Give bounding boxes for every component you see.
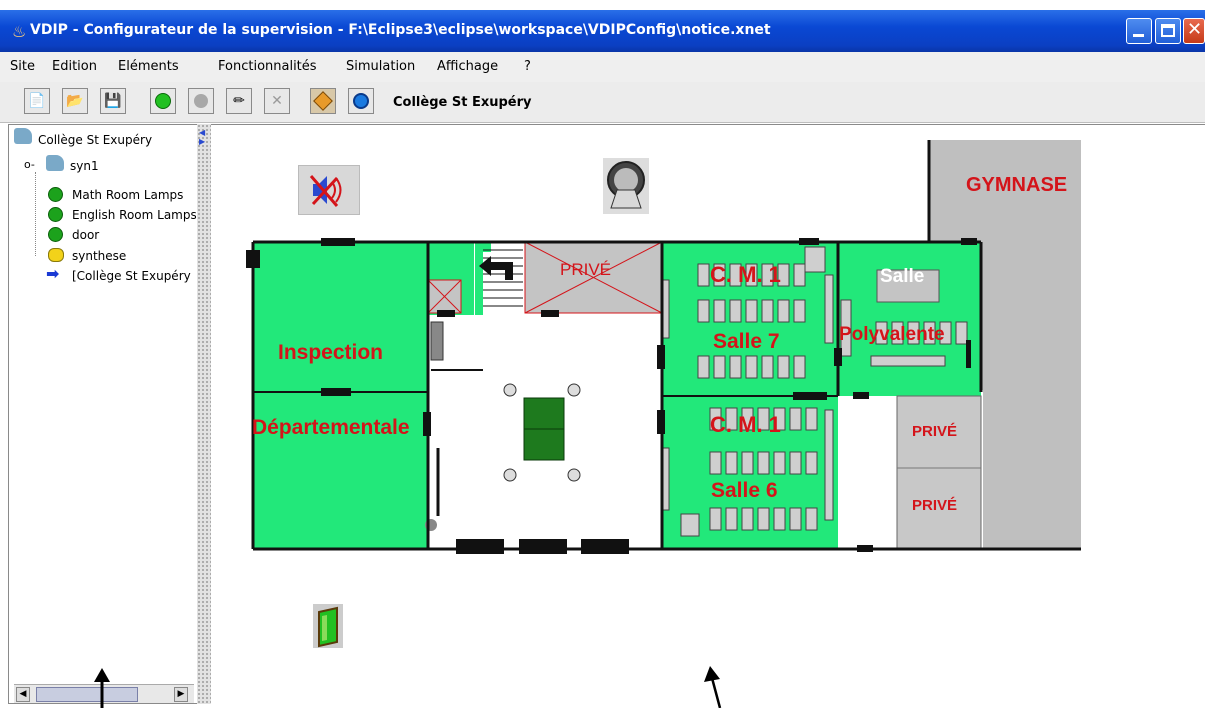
clock-icon[interactable] (348, 88, 374, 114)
status-green-icon (48, 187, 63, 202)
annotation-arrow-left (94, 668, 110, 708)
menu-edition[interactable]: Edition (52, 59, 97, 74)
open-folder-icon[interactable]: 📂 (62, 88, 88, 114)
new-document-icon[interactable]: 📄 (24, 88, 50, 114)
add-element-icon[interactable] (150, 88, 176, 114)
menu-fonctionnalites[interactable]: Fonctionnalités (218, 59, 317, 74)
label-salle6: Salle 6 (711, 479, 778, 502)
battery-sensor-icon[interactable] (313, 604, 343, 648)
splitter-collapse-icon[interactable]: ◀ ▶ (199, 128, 205, 146)
link-arrow-icon: ➡ (46, 264, 60, 283)
label-polyvalente: Polyvalente (839, 324, 945, 345)
split-pane-divider[interactable] (197, 124, 211, 704)
save-icon[interactable]: 💾 (100, 88, 126, 114)
label-cm1-bottom: C. M. 1 (710, 412, 781, 437)
label-prive-right-1: PRIVÉ (912, 423, 958, 440)
menu-simulation[interactable]: Simulation (346, 59, 415, 74)
label-gymnase: GYMNASE (966, 174, 1068, 196)
label-salle: Salle (880, 266, 925, 287)
close-button[interactable]: ✕ (1183, 18, 1205, 44)
menu-elements[interactable]: Eléments (118, 59, 179, 74)
menu-site[interactable]: Site (10, 59, 35, 74)
annotation-arrow-right (704, 666, 722, 708)
delete-icon[interactable]: ✕ (264, 88, 290, 114)
toolbar-site-name: Collège St Exupéry (393, 95, 532, 110)
tree-item-syn1[interactable]: syn1 (70, 159, 99, 173)
status-green-icon (48, 227, 63, 242)
disabled-element-icon[interactable] (188, 88, 214, 114)
tree-root[interactable]: Collège St Exupéry (38, 133, 152, 147)
expand-toggle-icon[interactable]: o- (24, 158, 35, 171)
scroll-right-icon[interactable]: ▶ (174, 687, 188, 702)
label-cm1-top: C. M. 1 (710, 262, 781, 287)
status-green-icon (48, 207, 63, 222)
label-salle7: Salle 7 (713, 330, 780, 353)
tree-item-link[interactable]: [Collège St Exupéry (72, 269, 196, 283)
scroll-left-icon[interactable]: ◀ (16, 687, 30, 702)
tree-item-door[interactable]: door (72, 228, 99, 242)
label-prive-top: PRIVÉ (560, 260, 612, 279)
diamond-icon[interactable] (310, 88, 336, 114)
label-inspection: Inspection (278, 341, 384, 364)
site-icon (14, 128, 32, 144)
window-title: VDIP - Configurateur de la supervision -… (30, 22, 771, 38)
minimize-button[interactable] (1126, 18, 1152, 44)
label-departementale: Départementale (252, 416, 410, 439)
menu-help[interactable]: ? (524, 59, 531, 74)
toolbar (0, 82, 1205, 123)
synthesis-icon (48, 248, 64, 262)
tree-item-english-lamps[interactable]: English Room Lamps (72, 208, 196, 222)
label-prive-right-2: PRIVÉ (912, 497, 958, 514)
pencil-icon[interactable]: ✏ (226, 88, 252, 114)
menu-bar (0, 52, 1205, 83)
tree-connector (35, 172, 37, 256)
maximize-button[interactable] (1155, 18, 1181, 44)
tree-item-math-lamps[interactable]: Math Room Lamps (72, 188, 183, 202)
synthesis-group-icon (46, 155, 64, 171)
tree-item-synthese[interactable]: synthese (72, 249, 126, 263)
java-app-icon: ♨ (12, 22, 27, 41)
menu-affichage[interactable]: Affichage (437, 59, 498, 74)
